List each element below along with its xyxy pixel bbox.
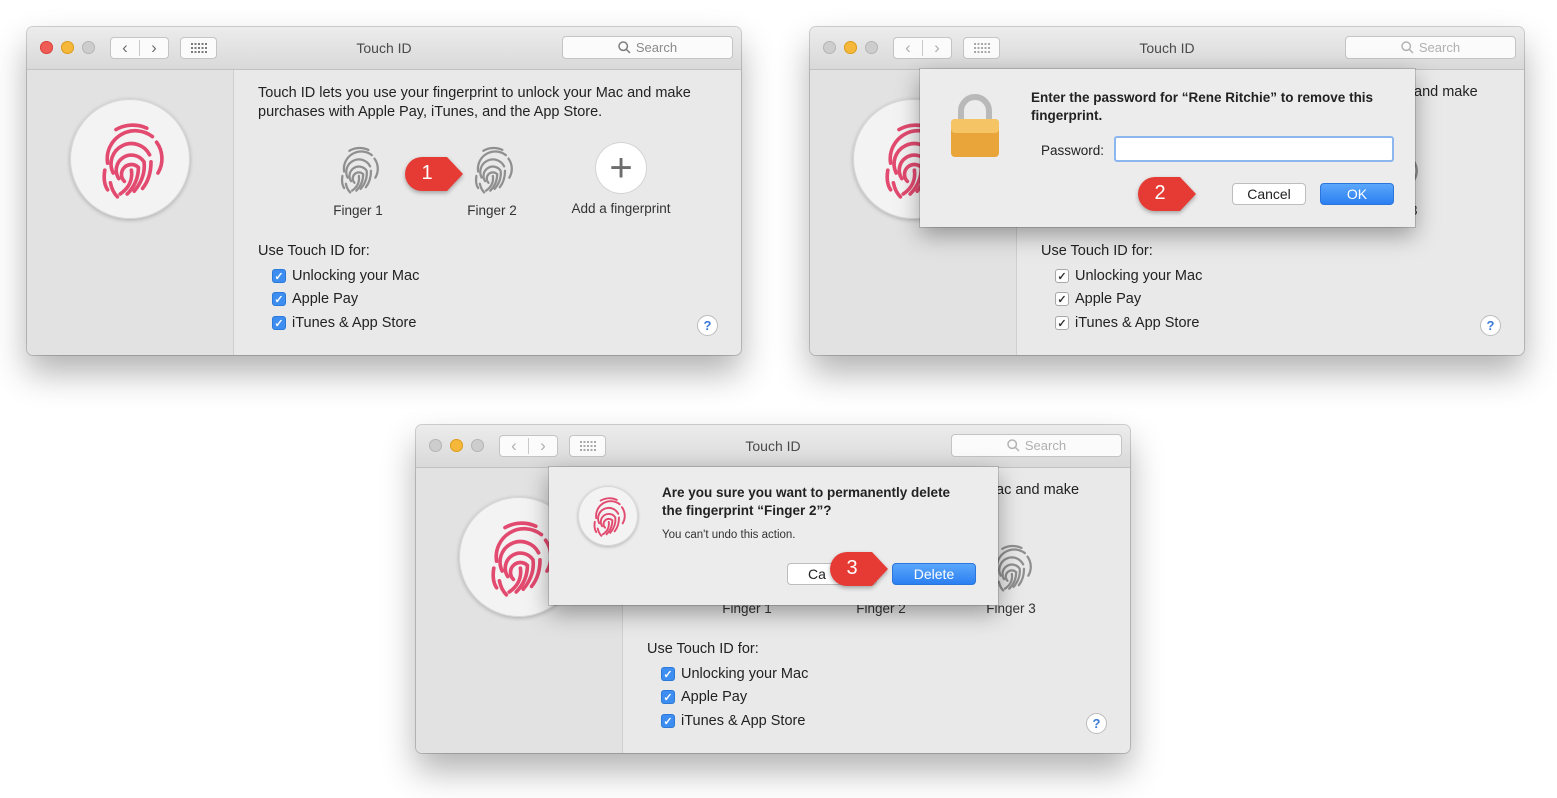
step-number: 1 xyxy=(421,162,433,184)
help-icon[interactable]: ? xyxy=(697,315,718,336)
search-placeholder: Search xyxy=(1024,438,1067,453)
search-placeholder: Search xyxy=(1418,40,1461,55)
password-label: Password: xyxy=(1041,143,1105,158)
checkbox-checked[interactable]: ✓ xyxy=(1055,269,1069,283)
add-fingerprint-button[interactable]: + Add a fingerprint xyxy=(561,143,681,216)
checkbox-checked[interactable]: ✓ xyxy=(272,292,286,306)
option-apple-pay[interactable]: ✓ Apple Pay xyxy=(272,291,358,307)
option-unlocking[interactable]: ✓ Unlocking your Mac xyxy=(272,268,419,284)
finger-label: Finger 2 xyxy=(467,203,517,218)
delete-button[interactable]: Delete xyxy=(892,563,976,585)
option-unlocking[interactable]: ✓ Unlocking your Mac xyxy=(661,666,808,682)
checkbox-checked[interactable]: ✓ xyxy=(1055,292,1069,306)
intro-text-partial: and make xyxy=(1414,84,1478,100)
password-field[interactable] xyxy=(1114,136,1394,162)
add-fingerprint-label: Add a fingerprint xyxy=(571,201,671,216)
step-marker-3: 3 xyxy=(828,548,890,590)
touch-id-fingerprint-icon xyxy=(70,99,190,219)
cancel-button[interactable]: Cancel xyxy=(1232,183,1306,205)
dialog-subtext: You can't undo this action. xyxy=(662,529,796,541)
checkbox-checked[interactable]: ✓ xyxy=(661,667,675,681)
intro-text-partial: ac and make xyxy=(996,482,1080,498)
search-icon xyxy=(1007,439,1020,452)
help-icon[interactable]: ? xyxy=(1480,315,1501,336)
option-itunes[interactable]: ✓ iTunes & App Store xyxy=(1055,315,1199,331)
step-number: 2 xyxy=(1154,182,1166,204)
sidebar xyxy=(27,70,234,355)
checkbox-checked[interactable]: ✓ xyxy=(1055,316,1069,330)
search-field[interactable]: Search xyxy=(951,434,1122,457)
checkbox-checked[interactable]: ✓ xyxy=(661,714,675,728)
option-itunes[interactable]: ✓ iTunes & App Store xyxy=(272,315,416,331)
touch-id-window-step3: ‹ › Touch ID Search ac and make Finger 1… xyxy=(416,425,1130,753)
fingerprint-icon xyxy=(466,143,518,195)
title-bar: ‹ › Touch ID Search xyxy=(810,27,1524,70)
search-icon xyxy=(618,41,631,54)
step-number: 3 xyxy=(846,557,858,579)
intro-text: Touch ID lets you use your fingerprint t… xyxy=(258,85,691,120)
title-bar: ‹ › Touch ID Search xyxy=(416,425,1130,468)
option-unlocking[interactable]: ✓ Unlocking your Mac xyxy=(1055,268,1202,284)
search-field[interactable]: Search xyxy=(562,36,733,59)
use-for-heading: Use Touch ID for: xyxy=(1041,243,1153,259)
search-placeholder: Search xyxy=(635,40,678,55)
fingerprint-icon xyxy=(332,143,384,195)
use-for-heading: Use Touch ID for: xyxy=(647,641,759,657)
plus-icon: + xyxy=(596,143,646,193)
option-itunes[interactable]: ✓ iTunes & App Store xyxy=(661,713,805,729)
touch-id-window-step1: ‹ › Touch ID Search Touch ID lets you us… xyxy=(27,27,741,355)
step-marker-2: 2 xyxy=(1136,173,1198,215)
checkbox-checked[interactable]: ✓ xyxy=(272,316,286,330)
finger-label: Finger 1 xyxy=(333,203,383,218)
lock-icon xyxy=(951,94,999,157)
dialog-message: Enter the password for “Rene Ritchie” to… xyxy=(1031,90,1374,123)
ok-button[interactable]: OK xyxy=(1320,183,1394,205)
dialog-message: Are you sure you want to permanently del… xyxy=(662,485,951,518)
checkbox-checked[interactable]: ✓ xyxy=(272,269,286,283)
title-bar: ‹ › Touch ID Search xyxy=(27,27,741,70)
option-apple-pay[interactable]: ✓ Apple Pay xyxy=(1055,291,1141,307)
checkbox-checked[interactable]: ✓ xyxy=(661,690,675,704)
search-icon xyxy=(1401,41,1414,54)
search-field[interactable]: Search xyxy=(1345,36,1516,59)
help-icon[interactable]: ? xyxy=(1086,713,1107,734)
delete-confirm-dialog: Are you sure you want to permanently del… xyxy=(549,467,998,605)
finger-1[interactable]: Finger 1 xyxy=(303,143,413,218)
option-apple-pay[interactable]: ✓ Apple Pay xyxy=(661,689,747,705)
fingerprint-icon xyxy=(578,486,638,546)
step-marker-1: 1 xyxy=(403,153,465,195)
use-for-heading: Use Touch ID for: xyxy=(258,243,370,259)
